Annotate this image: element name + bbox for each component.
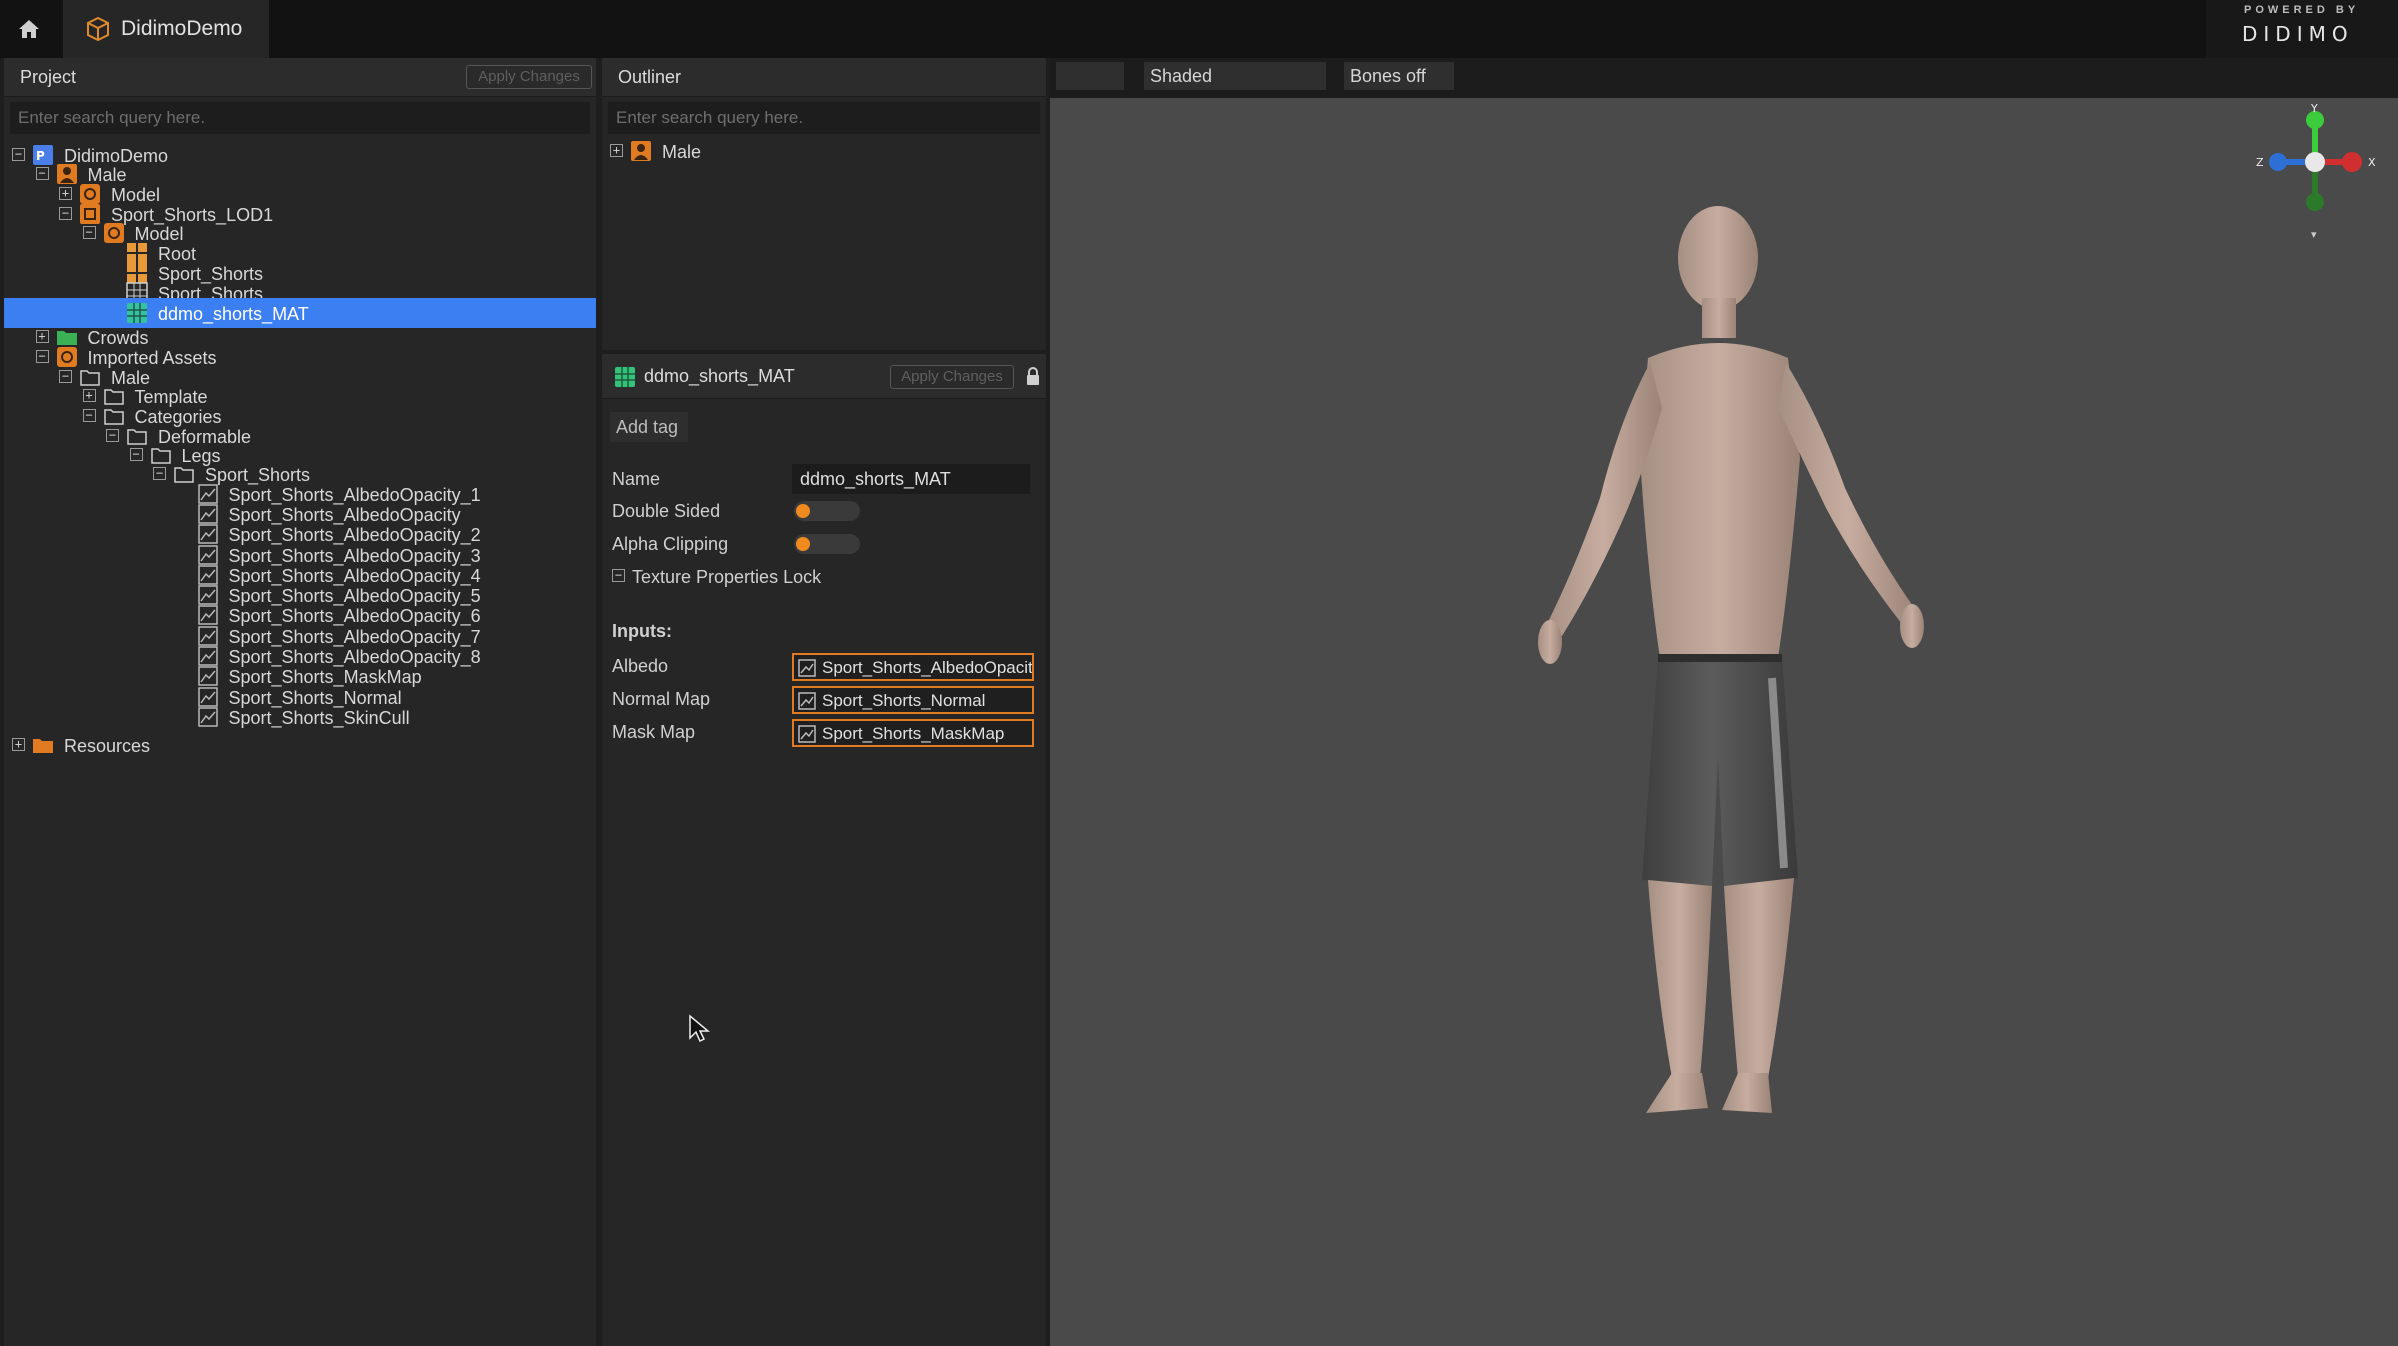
viewport-toolbar: Shaded Bones off (1050, 58, 2398, 96)
character-icon (631, 141, 651, 161)
add-tag-button[interactable]: Add tag (610, 412, 688, 442)
project-panel: Project Apply Changes Enter search query… (4, 58, 596, 1346)
didimo-logo-text: DIDIMO (2242, 22, 2354, 46)
name-label: Name (612, 469, 661, 489)
resources-folder-icon (33, 739, 53, 753)
inspector-title: ddmo_shorts_MAT (644, 366, 795, 386)
albedo-texture-slot[interactable]: Sport_Shorts_AlbedoOpacity (792, 653, 1034, 681)
alpha-clipping-label: Alpha Clipping (612, 534, 729, 554)
texture-icon (798, 725, 816, 743)
material-name-field[interactable]: ddmo_shorts_MAT (792, 464, 1030, 494)
inputs-heading: Inputs: (612, 621, 672, 641)
3d-character-model[interactable] (1450, 158, 2010, 1138)
top-bar: DidimoDemo POWERED BY DIDIMO (0, 0, 2398, 58)
project-apply-changes-button[interactable]: Apply Changes (466, 65, 592, 89)
alpha-clipping-toggle[interactable] (794, 534, 860, 554)
cube-icon (87, 16, 109, 42)
home-button[interactable] (0, 0, 58, 58)
toggle-knob (796, 537, 810, 551)
gizmo-z-label: Z (2256, 156, 2264, 169)
gizmo-y-label: Y (2310, 102, 2318, 115)
home-icon (19, 20, 39, 38)
tree-item-label: Resources (64, 736, 151, 756)
tree-item[interactable]: + Resources (4, 730, 596, 760)
expand-toggle[interactable]: + (610, 144, 623, 157)
outliner-item-male[interactable]: + Male (602, 136, 1046, 166)
normal-map-texture-name: Sport_Shorts_Normal (822, 691, 986, 710)
powered-by-text: POWERED BY (2244, 4, 2360, 16)
mask-map-texture-slot[interactable]: Sport_Shorts_MaskMap (792, 719, 1034, 747)
app-tab-label: DidimoDemo (121, 17, 243, 40)
shading-mode-dropdown[interactable]: Shaded (1144, 62, 1326, 90)
tree-item-label: Sport_Shorts_SkinCull (228, 708, 410, 728)
axis-gizmo[interactable]: Y Z X ▾ (2250, 102, 2380, 242)
lock-icon[interactable] (1026, 366, 1040, 386)
normal-map-texture-slot[interactable]: Sport_Shorts_Normal (792, 686, 1034, 714)
double-sided-toggle[interactable] (794, 501, 860, 521)
project-search-input[interactable]: Enter search query here. (10, 102, 590, 134)
3d-viewport[interactable]: Y Z X ▾ (1050, 98, 2398, 1346)
gizmo-x-label: X (2368, 156, 2376, 169)
inspector-header: ddmo_shorts_MAT Apply Changes (602, 354, 1046, 399)
inspector-panel: ddmo_shorts_MAT Apply Changes Add tag Na… (602, 354, 1046, 1346)
material-icon (127, 303, 147, 323)
texture-lock-expand-toggle[interactable]: − (612, 569, 625, 582)
texture-icon (798, 692, 816, 710)
camera-dropdown[interactable] (1056, 62, 1124, 90)
normal-map-label: Normal Map (612, 689, 711, 709)
expand-toggle[interactable]: + (12, 738, 25, 751)
material-icon (615, 367, 635, 387)
project-header: Project Apply Changes (4, 58, 596, 97)
outliner-title: Outliner (618, 67, 682, 87)
brand-logo: POWERED BY DIDIMO (2206, 0, 2398, 58)
svg-text:▾: ▾ (2311, 228, 2317, 241)
outliner-search-input[interactable]: Enter search query here. (608, 102, 1040, 134)
inspector-apply-changes-button[interactable]: Apply Changes (890, 365, 1014, 389)
outliner-header: Outliner (602, 58, 1046, 97)
texture-icon (197, 707, 218, 727)
mask-map-label: Mask Map (612, 722, 696, 742)
double-sided-label: Double Sided (612, 501, 721, 521)
mask-map-texture-name: Sport_Shorts_MaskMap (822, 724, 1005, 743)
tree-item[interactable]: Sport_Shorts_SkinCull (4, 702, 596, 732)
texture-icon (798, 659, 816, 677)
app-tab[interactable]: DidimoDemo (63, 0, 269, 58)
project-title: Project (20, 67, 77, 87)
outliner-panel: Outliner Enter search query here. + Male (602, 58, 1046, 350)
viewport-area: Shaded Bones off Y Z X ▾ (1050, 58, 2398, 1346)
mouse-cursor-icon (689, 1014, 710, 1043)
outliner-item-label: Male (662, 142, 702, 162)
bones-toggle-button[interactable]: Bones off (1344, 62, 1454, 90)
albedo-label: Albedo (612, 656, 669, 676)
texture-lock-label: Texture Properties Lock (632, 567, 822, 587)
albedo-texture-name: Sport_Shorts_AlbedoOpacity (822, 658, 1032, 677)
toggle-knob (796, 504, 810, 518)
